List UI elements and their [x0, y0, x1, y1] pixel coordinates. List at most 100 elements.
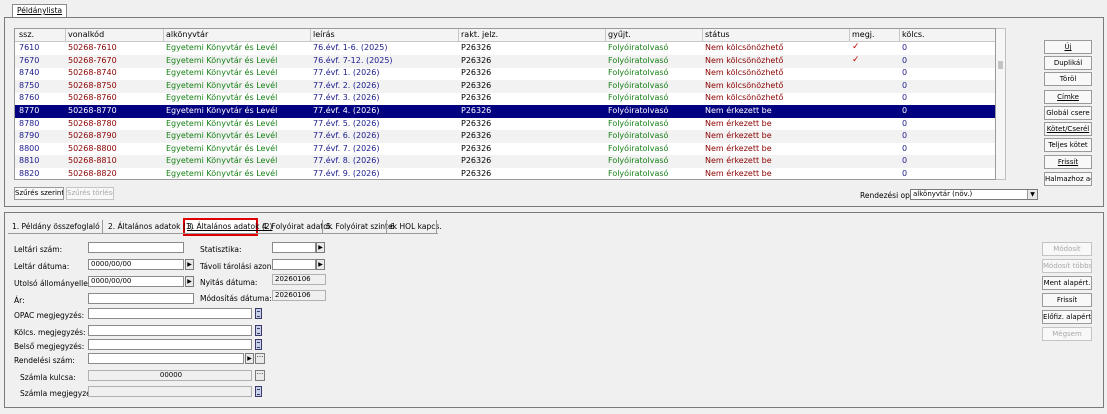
modositas-datuma-label: Módosítás dátuma: [200, 294, 272, 303]
ar-field[interactable] [88, 293, 194, 304]
tavoli-tarolasi-label: Távoli tárolási azon.: [200, 262, 277, 271]
delete-button[interactable]: Töröl [1044, 72, 1092, 86]
copies-grid: ssz. vonalkód alkönyvtár leírás rakt. je… [14, 28, 996, 180]
scrollbar-thumb[interactable] [998, 61, 1003, 69]
szamla-kulcsa-more-icon[interactable]: ··· [255, 370, 265, 381]
leltar-datuma-arrow-icon[interactable]: ▶ [185, 259, 194, 270]
table-cell-leiras: 77.évf. 1. (2026) [313, 68, 380, 78]
duplicate-button[interactable]: Duplikál [1044, 56, 1092, 70]
refresh-details-button[interactable]: Frissít [1042, 293, 1092, 307]
statisztika-arrow-icon[interactable]: ▶ [316, 242, 325, 253]
table-row[interactable]: 8820 50268-8820 Egyetemi Könyvtár és Levél… [15, 168, 995, 179]
table-cell-kolcs: 0 [902, 156, 908, 166]
nyitas-datuma-label: Nyitás dátuma: [200, 278, 258, 287]
chevron-down-icon[interactable]: ▼ [1027, 190, 1037, 199]
tavoli-tarolasi-field[interactable] [272, 259, 316, 270]
column-header-status[interactable]: státus [705, 30, 730, 39]
table-cell-megj: ✓ [852, 42, 860, 52]
table-cell-gyujt: Folyóiratolvasó [608, 43, 669, 52]
table-cell-status: Nem kölcsönözhető [705, 55, 784, 65]
table-cell-rakt: P26326 [461, 169, 492, 178]
kolcs-megjegyzes-field[interactable] [88, 325, 252, 336]
table-row[interactable]: 8790 50268-8790 Egyetemi Könyvtár és Levél… [15, 130, 995, 144]
leltar-datuma-field[interactable]: 0000/00/00 [88, 259, 184, 270]
new-button[interactable]: Új [1044, 40, 1092, 54]
tab-peldanylista[interactable]: Példánylista [12, 4, 68, 18]
tab-altalanos-adatok-1[interactable]: 2. Általános adatok (1) [108, 222, 193, 231]
rendelesi-szam-field[interactable] [88, 353, 244, 364]
table-cell-ssz: 8820 [19, 169, 40, 178]
table-cell-rakt: P26326 [461, 143, 492, 153]
grid-header: ssz. vonalkód alkönyvtár leírás rakt. je… [15, 29, 995, 42]
belso-megjegyzes-field[interactable] [88, 339, 252, 350]
table-row[interactable]: 8760 50268-8760 Egyetemi Könyvtár és Levél… [15, 92, 995, 105]
column-header-ssz[interactable]: ssz. [19, 30, 34, 39]
table-cell-leiras: 77.évf. 9. (2026) [313, 169, 380, 178]
table-cell-kolcs: 0 [902, 43, 908, 52]
table-cell-alkonyvtar: Egyetemi Könyvtár és Levél [166, 93, 278, 103]
filter-by-button[interactable]: Szűrés szerint... [14, 187, 64, 200]
nyitas-datuma-field: 20260106 [272, 274, 326, 285]
column-header-alkonyvtar[interactable]: alkönyvtár [166, 30, 208, 39]
leltari-szam-label: Leltári szám: [14, 245, 63, 254]
table-row[interactable]: 8810 50268-8810 Egyetemi Könyvtár és Levél… [15, 155, 995, 169]
table-cell-gyujt: Folyóiratolvasó [608, 80, 669, 90]
column-header-vonalkod[interactable]: vonalkód [68, 30, 104, 39]
column-header-gyujt[interactable]: gyűjt. [608, 30, 631, 39]
table-cell-rakt: P26326 [461, 93, 492, 103]
kolcs-megjegyzes-label: Kölcs. megjegyzés: [14, 328, 86, 337]
subscription-defaults-button[interactable]: Előfiz. alapért. [1042, 310, 1092, 324]
table-row[interactable]: 8780 50268-8780 Egyetemi Könyvtár és Levél… [15, 118, 995, 131]
opac-megjegyzes-field[interactable] [88, 308, 252, 319]
column-header-megj[interactable]: megj. [852, 30, 875, 39]
belso-edit-icon[interactable] [255, 339, 262, 350]
table-cell-ssz: 7610 [19, 43, 40, 52]
utolso-allomanyellenorzes-field[interactable]: 0000/00/00 [88, 276, 184, 287]
full-volume-button[interactable]: Teljes kötet [1044, 138, 1092, 152]
utolso-allomanyellenorzes-arrow-icon[interactable]: ▶ [185, 276, 194, 287]
column-header-rakt-jelz[interactable]: rakt. jelz. [461, 30, 498, 39]
table-cell-rakt: P26326 [461, 118, 492, 128]
table-cell-rakt: P26326 [461, 80, 492, 90]
table-cell-leiras: 77.évf. 3. (2026) [313, 93, 380, 103]
table-cell-kolcs: 0 [902, 80, 908, 90]
table-row[interactable]: 8800 50268-8800 Egyetemi Könyvtár és Levél… [15, 143, 995, 156]
leltari-szam-field[interactable] [88, 242, 184, 253]
table-cell-megj: ✓ [852, 54, 860, 65]
refresh-button[interactable]: Frissít [1044, 155, 1092, 169]
table-row[interactable]: 8750 50268-8750 Egyetemi Könyvtár és Levél… [15, 79, 995, 93]
table-cell-rakt: P26326 [461, 131, 492, 141]
kolcs-edit-icon[interactable] [255, 325, 262, 336]
szamla-megjegyzes-label: Számla megjegyzés: [20, 389, 98, 398]
table-cell-kolcs: 0 [902, 169, 908, 178]
statisztika-label: Statisztika: [200, 245, 242, 254]
tab-strip-line [8, 233, 438, 234]
global-replace-button[interactable]: Globál csere [1044, 106, 1092, 120]
tavoli-tarolasi-arrow-icon[interactable]: ▶ [316, 259, 325, 270]
tab-hol-kapcs[interactable]: 6. HOL kapcs. [390, 222, 442, 231]
statisztika-field[interactable] [272, 242, 316, 253]
szamla-edit-icon[interactable] [255, 386, 262, 397]
table-row[interactable]: 7610 50268-7610 Egyetemi Könyvtár és Levél… [15, 42, 995, 55]
tab-peldany-osszefoglalo[interactable]: 1. Példány összefoglaló [12, 222, 100, 231]
save-defaults-button[interactable]: Ment alapért. [1042, 276, 1092, 290]
table-cell-ssz: 8740 [19, 68, 40, 78]
opac-edit-icon[interactable] [255, 308, 262, 319]
table-cell-alkonyvtar: Egyetemi Könyvtár és Levél [166, 131, 278, 141]
tab-altalanos-adatok-2[interactable]: 3. Általános adatok (2) [187, 222, 272, 231]
leltar-datuma-label: Leltár dátuma: [14, 262, 70, 271]
table-cell-gyujt: Folyóiratolvasó [608, 131, 669, 141]
rendelesi-arrow-icon[interactable]: ▶ [245, 353, 254, 364]
column-header-kolcs[interactable]: kölcs. [902, 30, 925, 39]
rendelesi-more-icon[interactable]: ··· [255, 353, 265, 364]
label-button[interactable]: Címke [1044, 90, 1092, 104]
sort-options-select[interactable]: alkönyvtár (növ.) ▼ [910, 189, 1038, 200]
table-row[interactable]: 8770 50268-8770 Egyetemi Könyvtár és Levél… [15, 105, 995, 118]
add-to-set-button[interactable]: Halmazhoz ad [1044, 172, 1092, 186]
table-cell-alkonyvtar: Egyetemi Könyvtár és Levél [166, 118, 278, 128]
table-row[interactable]: 8740 50268-8740 Egyetemi Könyvtár és Levél… [15, 67, 995, 80]
table-row[interactable]: 7670 50268-7670 Egyetemi Könyvtár és Levél… [15, 54, 995, 68]
grid-vertical-scrollbar[interactable] [996, 28, 1006, 180]
column-header-leiras[interactable]: leírás [313, 30, 335, 39]
volume-swap-button[interactable]: Kötet/Cserél [1044, 122, 1092, 136]
